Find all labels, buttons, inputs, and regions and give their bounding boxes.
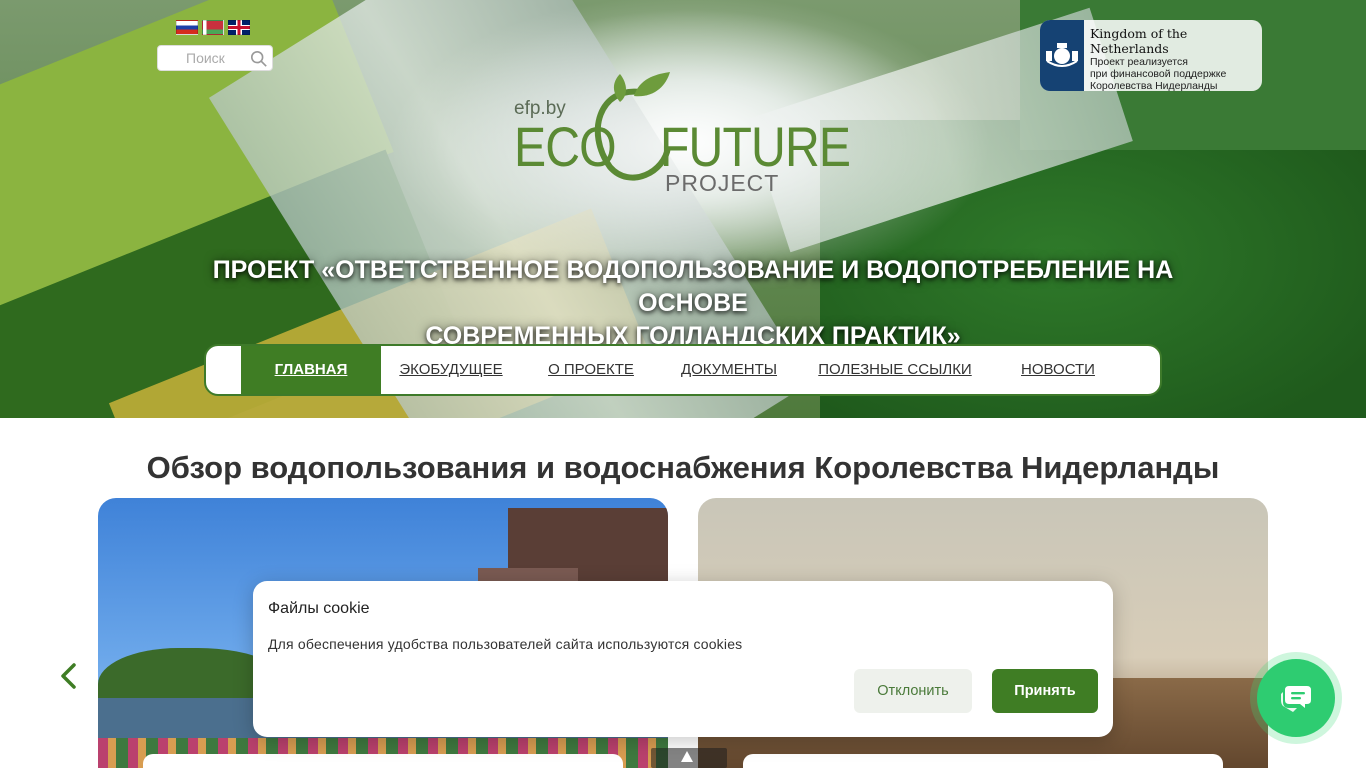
section-title: Обзор водопользования и водоснабжения Ко… [146,450,1220,485]
cookie-dialog: Файлы cookie Для обеспечения удобства по… [253,581,1113,737]
decline-button[interactable]: Отклонить [854,669,972,713]
nav-item-home[interactable]: ГЛАВНАЯ [241,346,381,394]
scroll-top-button[interactable] [651,748,727,768]
cookie-title: Файлы cookie [268,600,370,617]
kingdom-text: при финансовой поддержке [1089,68,1227,80]
card-caption [743,754,1223,768]
logo-project: PROJECT [665,170,780,196]
nav-item-useful-links[interactable]: ПОЛЕЗНЫЕ ССЫЛКИ [806,346,984,394]
nav-item-news[interactable]: НОВОСТИ [1006,346,1110,394]
slider-prev-icon[interactable] [58,662,80,690]
cookie-text: Для обеспечения удобства пользователей с… [268,636,743,652]
card-caption [143,754,623,768]
chat-icon [1281,686,1311,712]
kingdom-text: Королевства Нидерланды [1089,80,1218,91]
flag-russia-icon[interactable] [176,20,198,35]
search-box [157,45,273,71]
nav-item-ecofuture[interactable]: ЭКОБУДУЩЕЕ [381,346,521,394]
netherlands-sponsor-badge[interactable]: Kingdom of the Netherlands Проект реализ… [1040,20,1262,91]
site-logo[interactable]: efp.by ECO FUTURE PROJECT [510,72,870,200]
nav-item-documents[interactable]: ДОКУМЕНТЫ [672,346,786,394]
project-headline: ПРОЕКТ «ОТВЕТСТВЕННОЕ ВОДОПОЛЬЗОВАНИЕ И … [180,254,1206,353]
hero-banner: efp.by ECO FUTURE PROJECT Kingdom of the… [0,0,1366,418]
search-icon[interactable] [250,50,268,68]
flag-belarus-icon[interactable] [202,20,224,35]
headline-line: ПРОЕКТ «ОТВЕТСТВЕННОЕ ВОДОПОЛЬЗОВАНИЕ И … [212,256,1174,317]
flag-uk-icon[interactable] [228,20,250,35]
accept-button[interactable]: Принять [992,669,1098,713]
language-switcher [176,20,250,35]
chat-button[interactable] [1257,659,1335,737]
arrow-up-icon [681,751,693,762]
logo-eco: ECO [514,115,617,178]
kingdom-text: Проект реализуется [1089,56,1188,68]
main-nav: ГЛАВНАЯ ЭКОБУДУЩЕЕ О ПРОЕКТЕ ДОКУМЕНТЫ П… [204,344,1162,396]
kingdom-name: Kingdom of the Netherlands [1089,26,1188,56]
netherlands-crest-icon [1040,20,1084,91]
nav-item-about[interactable]: О ПРОЕКТЕ [531,346,651,394]
